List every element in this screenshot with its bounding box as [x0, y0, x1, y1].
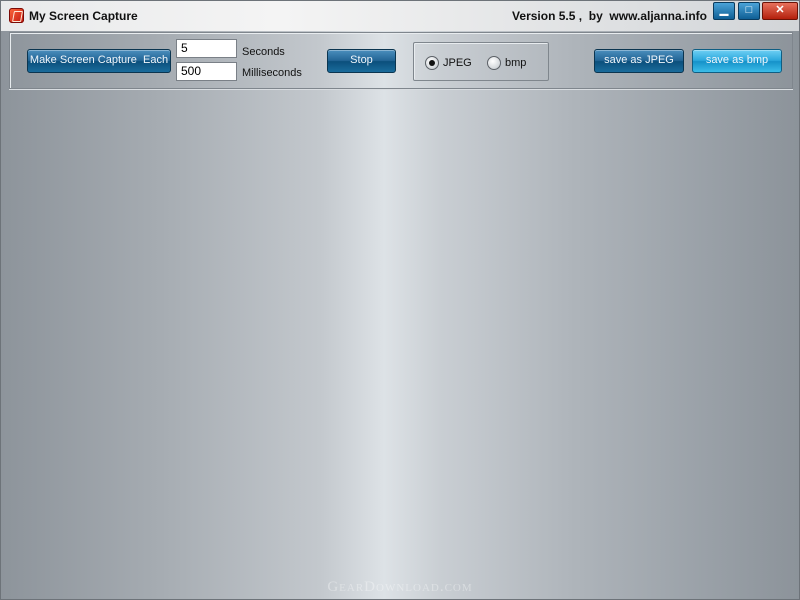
- version-text: Version 5.5 , by www.aljanna.info: [512, 9, 707, 23]
- bmp-radio-label[interactable]: bmp: [505, 57, 526, 69]
- save-jpeg-button[interactable]: save as JPEG: [594, 49, 684, 73]
- format-radio-group: JPEG bmp: [413, 42, 549, 81]
- watermark-text: GearDownload.com: [327, 579, 473, 595]
- minimize-button[interactable]: ▁: [713, 2, 735, 20]
- seconds-input[interactable]: [176, 39, 237, 58]
- jpeg-radio-label[interactable]: JPEG: [443, 57, 472, 69]
- seconds-label: Seconds: [242, 46, 285, 58]
- title-bar[interactable]: My Screen Capture Version 5.5 , by www.a…: [1, 1, 799, 31]
- app-icon[interactable]: [9, 8, 24, 23]
- window-title: My Screen Capture: [29, 9, 138, 23]
- stop-button[interactable]: Stop: [327, 49, 396, 73]
- capture-toolbar: Make Screen Capture Each Seconds Millise…: [9, 32, 793, 89]
- milliseconds-label: Milliseconds: [242, 67, 302, 79]
- close-button[interactable]: ✕: [762, 2, 798, 20]
- make-capture-button[interactable]: Make Screen Capture Each: [27, 49, 171, 73]
- bmp-radio[interactable]: [487, 56, 501, 70]
- maximize-button[interactable]: □: [738, 2, 760, 20]
- app-window: My Screen Capture Version 5.5 , by www.a…: [0, 0, 800, 600]
- jpeg-radio[interactable]: [425, 56, 439, 70]
- save-bmp-button[interactable]: save as bmp: [692, 49, 782, 73]
- milliseconds-input[interactable]: [176, 62, 237, 81]
